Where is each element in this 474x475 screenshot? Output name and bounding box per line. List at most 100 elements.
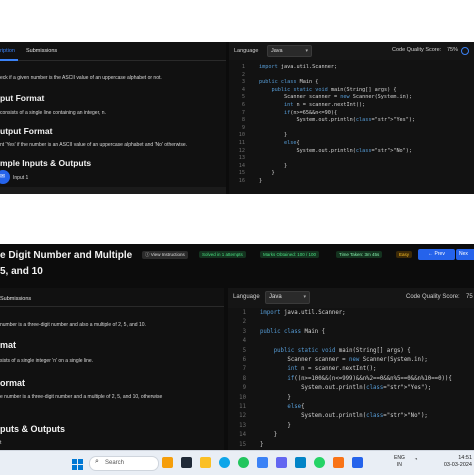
code-text: System.out.println(class="str">"No"); bbox=[260, 413, 428, 420]
code-text: if((n>=100&&(n<=999)&&n%2==0&&n%5==0&&n%… bbox=[287, 375, 452, 382]
input-format-heading: mat bbox=[0, 340, 17, 350]
code-text: } bbox=[260, 432, 278, 439]
code-line[interactable]: 14 } bbox=[228, 432, 474, 441]
line-number: 10 bbox=[238, 132, 245, 139]
code-line[interactable]: 1 import java.util.Scanner; bbox=[228, 310, 474, 319]
code-line[interactable]: 7 int n = scanner.nextInt(); bbox=[228, 366, 474, 375]
bottom-screenshot: e Digit Number and Multiple 5, and 10 ⓘ … bbox=[0, 244, 474, 450]
code-line[interactable]: 8 if((n>=100&&(n<=999)&&n%2==0&&n%5==0&&… bbox=[228, 376, 474, 385]
view-instructions-button[interactable]: ⓘ View Instructions bbox=[142, 251, 188, 259]
code-line[interactable]: 11 else{ bbox=[228, 404, 474, 413]
input-format-text: consists of a single line containing an … bbox=[0, 110, 106, 116]
input-format-heading: put Format bbox=[0, 93, 45, 103]
code-line[interactable]: 2 bbox=[228, 319, 474, 328]
whatsapp-icon[interactable] bbox=[314, 457, 325, 468]
help-button[interactable]: ✉ bbox=[0, 170, 10, 184]
wifi-icon[interactable]: ◔ bbox=[414, 457, 418, 463]
code-line[interactable]: 13 bbox=[229, 155, 474, 163]
code-line[interactable]: 13 } bbox=[228, 423, 474, 432]
game-icon[interactable] bbox=[162, 457, 173, 468]
line-number: 4 bbox=[241, 86, 245, 93]
clock-time: 14:51 bbox=[458, 455, 472, 461]
next-button[interactable]: Nex bbox=[456, 249, 474, 260]
line-number: 2 bbox=[242, 319, 246, 326]
code-line[interactable]: 15 } bbox=[229, 170, 474, 178]
code-line[interactable]: 3 public class Main { bbox=[229, 79, 474, 87]
code-quality-value: 75% bbox=[447, 47, 459, 53]
code-line[interactable]: 6 Scanner scanner = new Scanner(System.i… bbox=[228, 357, 474, 366]
code-editor-panel: Language Java ▾ Code Quality Score: 75% … bbox=[229, 42, 474, 194]
code-text: public static void main(String[] args) { bbox=[271, 86, 397, 93]
code-line[interactable]: 14 } bbox=[229, 163, 474, 171]
tab-submissions[interactable]: Submissions bbox=[26, 48, 57, 54]
line-number: 7 bbox=[241, 109, 245, 116]
code-line[interactable]: 9 System.out.println(class="str">"Yes"); bbox=[228, 385, 474, 394]
taskbar-search-placeholder: Search bbox=[105, 460, 125, 466]
problem-title-line1: e Digit Number and Multiple bbox=[0, 250, 133, 261]
line-number: 2 bbox=[241, 71, 245, 78]
vscode-icon[interactable] bbox=[352, 457, 363, 468]
clock[interactable]: 14:51 03-03-2024 bbox=[440, 455, 472, 469]
code-line[interactable]: 5 Scanner scanner = new Scanner(System.i… bbox=[229, 94, 474, 102]
tab-description[interactable]: ription bbox=[0, 48, 15, 54]
chevron-down-icon: ▾ bbox=[305, 48, 308, 54]
language-select[interactable]: Java ▾ bbox=[265, 291, 310, 304]
chrome-icon[interactable] bbox=[238, 457, 249, 468]
photos-icon[interactable] bbox=[276, 457, 287, 468]
code-line[interactable]: 12 System.out.println(class="str">"No"); bbox=[228, 413, 474, 422]
windows-taskbar: ⌕ Search ENG IN ◔ 14:51 03-03-2024 bbox=[0, 450, 474, 475]
code-text: System.out.println(class="str">"No"); bbox=[259, 147, 413, 154]
code-line[interactable]: 8 System.out.println(class="str">"Yes"); bbox=[229, 117, 474, 125]
windows-icon[interactable] bbox=[72, 457, 83, 470]
code-line[interactable]: 6 int n = scanner.nextInt(); bbox=[229, 102, 474, 110]
task-view-icon[interactable] bbox=[181, 457, 192, 468]
line-number: 8 bbox=[242, 375, 246, 382]
store-icon[interactable] bbox=[257, 457, 268, 468]
top-screenshot: ription Submissions eck if a given numbe… bbox=[0, 42, 474, 194]
line-number: 16 bbox=[238, 178, 245, 184]
output-format-heading: utput Format bbox=[0, 126, 53, 136]
code-quality-label: Code Quality Score: bbox=[392, 47, 442, 53]
folder-icon[interactable] bbox=[333, 457, 344, 468]
language-indicator[interactable]: ENG IN bbox=[394, 455, 405, 469]
line-number: 1 bbox=[241, 64, 245, 70]
problem-panel: ription Submissions eck if a given numbe… bbox=[0, 42, 226, 194]
sample-input-label: t bbox=[0, 440, 2, 446]
code-line[interactable]: 5 public static void main(String[] args)… bbox=[228, 348, 474, 357]
code-line[interactable]: 2 bbox=[229, 72, 474, 80]
code-area[interactable]: 1 import java.util.Scanner; 2 3 public class… bbox=[229, 64, 474, 194]
code-line[interactable]: 11 else{ bbox=[229, 140, 474, 148]
code-line[interactable]: 7 if(n>=65&&n<=90){ bbox=[229, 110, 474, 118]
problem-statement: number is a three-digit number and also … bbox=[0, 322, 146, 328]
taskbar-search-box[interactable]: ⌕ Search bbox=[89, 456, 159, 471]
code-text: System.out.println(class="str">"Yes"); bbox=[260, 385, 432, 392]
code-text: Scanner scanner = new Scanner(System.in)… bbox=[259, 94, 413, 101]
prev-label: Prev bbox=[434, 251, 445, 257]
code-line[interactable]: 12 System.out.println(class="str">"No"); bbox=[229, 148, 474, 156]
mail-icon[interactable] bbox=[295, 457, 306, 468]
line-number: 9 bbox=[241, 124, 245, 131]
code-line[interactable]: 10 } bbox=[229, 132, 474, 140]
code-line[interactable]: 10 } bbox=[228, 395, 474, 404]
file-explorer-icon[interactable] bbox=[200, 457, 211, 468]
code-text: int n = scanner.nextInt(); bbox=[287, 366, 377, 373]
sample-input-label: Input 1 bbox=[13, 175, 29, 181]
code-line[interactable]: 9 bbox=[229, 125, 474, 133]
code-text: public static void main(String[] args) { bbox=[273, 347, 411, 354]
code-line[interactable]: 1 import java.util.Scanner; bbox=[229, 64, 474, 72]
code-line[interactable]: 16} bbox=[229, 178, 474, 186]
prev-button[interactable]: ← Prev bbox=[418, 249, 455, 260]
code-line[interactable]: 4 public static void main(String[] args)… bbox=[229, 87, 474, 95]
code-area[interactable]: 1 import java.util.Scanner; 2 3 public class… bbox=[228, 310, 474, 450]
language-select[interactable]: Java ▾ bbox=[267, 45, 312, 57]
tab-submissions[interactable]: Submissions bbox=[0, 296, 31, 302]
line-number: 11 bbox=[239, 404, 246, 410]
problem-header: e Digit Number and Multiple 5, and 10 ⓘ … bbox=[0, 244, 474, 284]
line-number: 12 bbox=[238, 147, 245, 154]
view-instructions-label: View Instructions bbox=[150, 252, 185, 257]
code-text: } bbox=[259, 162, 288, 169]
code-line[interactable]: 3 public class Main { bbox=[228, 329, 474, 338]
code-line[interactable]: 4 bbox=[228, 338, 474, 347]
edge-icon[interactable] bbox=[219, 457, 230, 468]
code-line[interactable]: 15} bbox=[228, 442, 474, 450]
